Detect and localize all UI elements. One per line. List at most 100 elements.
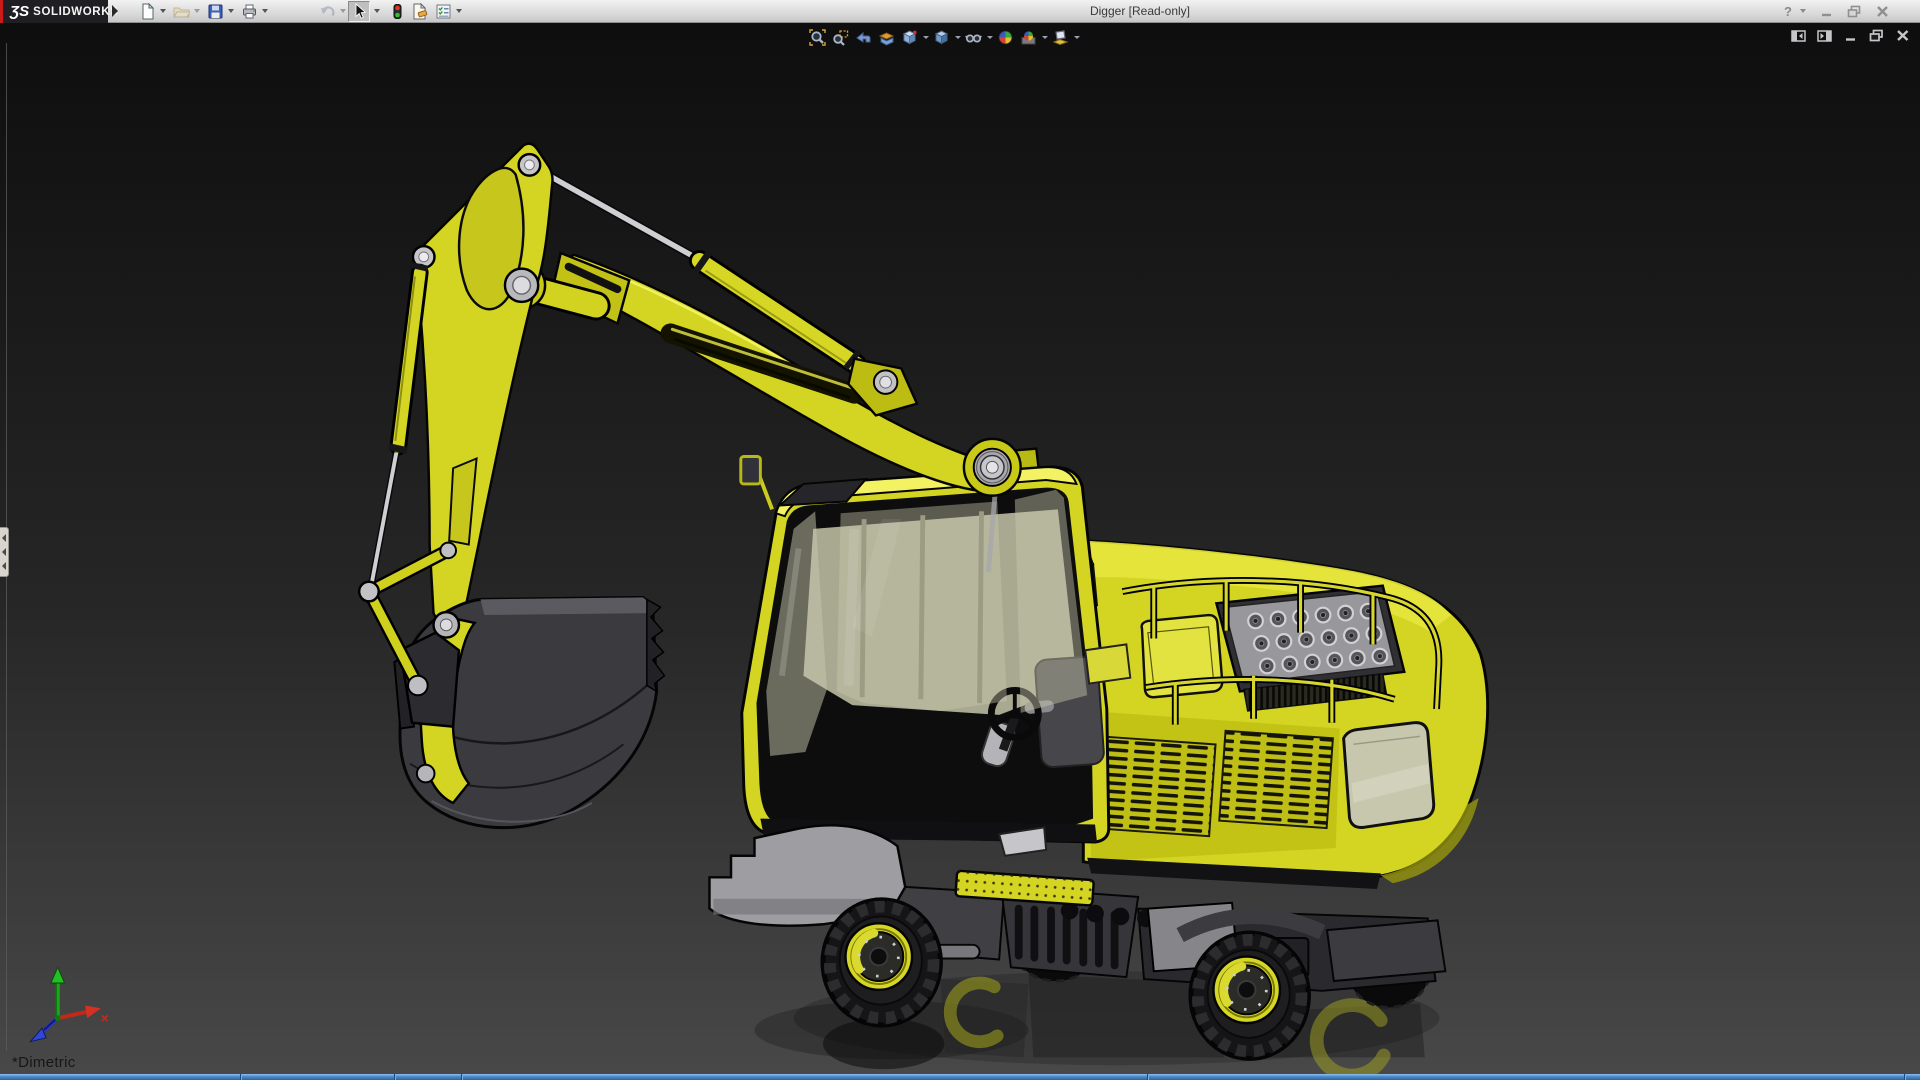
display-style-icon [934,30,949,45]
toggle-left-pane-button[interactable] [1789,28,1808,43]
title-bar: ƷS SOLIDWORKS Digger [Read-only] ? [0,0,1920,23]
zoom-to-fit-button[interactable] [806,27,829,48]
window-title: Digger [Read-only] [1089,4,1191,18]
options-button[interactable] [432,1,454,22]
restore-icon [1847,5,1861,18]
hide-show-items-dropdown[interactable] [985,27,994,48]
edit-appearance-icon [998,30,1013,45]
mirror [739,455,774,511]
reference-triad [28,966,109,1043]
headsup-view-toolbar [806,27,1081,48]
select-dropdown[interactable] [374,9,380,13]
y-axis-arrow [50,966,66,984]
minimize-icon [1821,13,1831,17]
taskbar-separator [461,1074,463,1080]
document-restore-icon [1869,29,1883,42]
taskbar-separator [1904,1074,1906,1080]
rear-wheel[interactable] [1190,932,1309,1059]
open-button[interactable] [170,1,192,22]
display-style-dropdown[interactable] [953,27,962,48]
edit-appearance-button[interactable] [994,27,1017,48]
taskbar-separator [240,1074,242,1080]
close-button[interactable] [1870,3,1894,20]
apply-scene-button[interactable] [1017,27,1040,48]
bucket-teeth [646,598,666,693]
brand-name: SOLIDWORKS [33,5,119,18]
undo-icon [320,6,334,17]
section-view-button[interactable] [875,27,898,48]
logo-red-stripe [0,0,3,23]
undo-dropdown[interactable] [340,9,346,13]
document-window-controls [1789,28,1912,43]
logo-flyout-arrow-icon[interactable] [112,5,118,17]
zoom-to-area-icon [833,30,849,46]
collapse-arrows-icon [2,534,6,570]
taskbar-edge [0,1074,1920,1080]
new-document-icon [142,3,154,20]
body-hull[interactable] [1081,539,1490,890]
stick-cylinder[interactable] [367,261,429,589]
options-icon [436,4,450,19]
view-orientation-icon [902,30,917,45]
hide-show-glasses-icon [965,34,982,43]
restore-button[interactable] [1842,3,1866,20]
view-settings-icon [1052,30,1069,46]
graphics-area[interactable]: *Dimetric [0,23,1920,1074]
print-icon [242,4,256,19]
undo-button[interactable] [316,1,338,22]
document-close-button[interactable] [1893,28,1912,43]
help-icon: ? [1784,4,1792,19]
cab[interactable] [739,455,1132,857]
help-button[interactable]: ? [1776,3,1800,20]
file-properties-icon [413,3,427,20]
new-document-button[interactable] [136,1,158,22]
save-button[interactable] [204,1,226,22]
zoom-to-fit-icon [809,29,826,46]
print-dropdown[interactable] [262,9,268,13]
options-dropdown[interactable] [456,9,462,13]
file-properties-button[interactable] [408,1,430,22]
document-minimize-icon [1845,37,1855,41]
taskbar-separator [1147,1074,1149,1080]
boom-pivot[interactable] [962,437,1022,497]
document-close-icon [1896,30,1908,41]
view-orientation-dropdown[interactable] [921,27,930,48]
apply-scene-dropdown[interactable] [1040,27,1049,48]
minimize-button[interactable] [1814,3,1838,20]
dassault-3ds-icon: ƷS [10,3,30,20]
save-dropdown[interactable] [228,9,234,13]
print-button[interactable] [238,1,260,22]
view-settings-button[interactable] [1049,27,1072,48]
close-icon [1876,6,1888,17]
select-cursor-icon [355,3,366,19]
view-settings-dropdown[interactable] [1072,27,1081,48]
save-icon [208,4,222,19]
display-style-button[interactable] [930,27,953,48]
previous-view-button[interactable] [852,27,875,48]
taskbar-separator [394,1074,396,1080]
toggle-right-pane-button[interactable] [1815,28,1834,43]
toggle-right-pane-icon [1817,29,1832,42]
document-minimize-button[interactable] [1841,28,1860,43]
x-axis-arrow [85,1005,101,1019]
apply-scene-icon [1021,31,1036,45]
document-restore-button[interactable] [1867,28,1886,43]
hide-show-items-button[interactable] [962,27,985,48]
view-orientation-button[interactable] [898,27,921,48]
help-dropdown[interactable] [1800,9,1806,13]
feature-manager-collapsed-tab[interactable] [0,527,9,577]
excavator-model[interactable] [0,23,1920,1074]
open-icon [172,7,190,18]
select-button[interactable] [348,1,370,22]
new-document-dropdown[interactable] [160,9,166,13]
previous-view-icon [856,31,871,43]
solidworks-logo: ƷS SOLIDWORKS [0,0,118,23]
rebuild-traffic-light-icon [393,4,401,19]
front-wheel[interactable] [822,899,941,1026]
zoom-to-area-button[interactable] [829,27,852,48]
rear-body-window [1342,721,1436,829]
open-dropdown[interactable] [194,9,200,13]
toggle-left-pane-icon [1791,29,1806,42]
section-view-icon [878,32,895,46]
rebuild-button[interactable] [386,1,408,22]
